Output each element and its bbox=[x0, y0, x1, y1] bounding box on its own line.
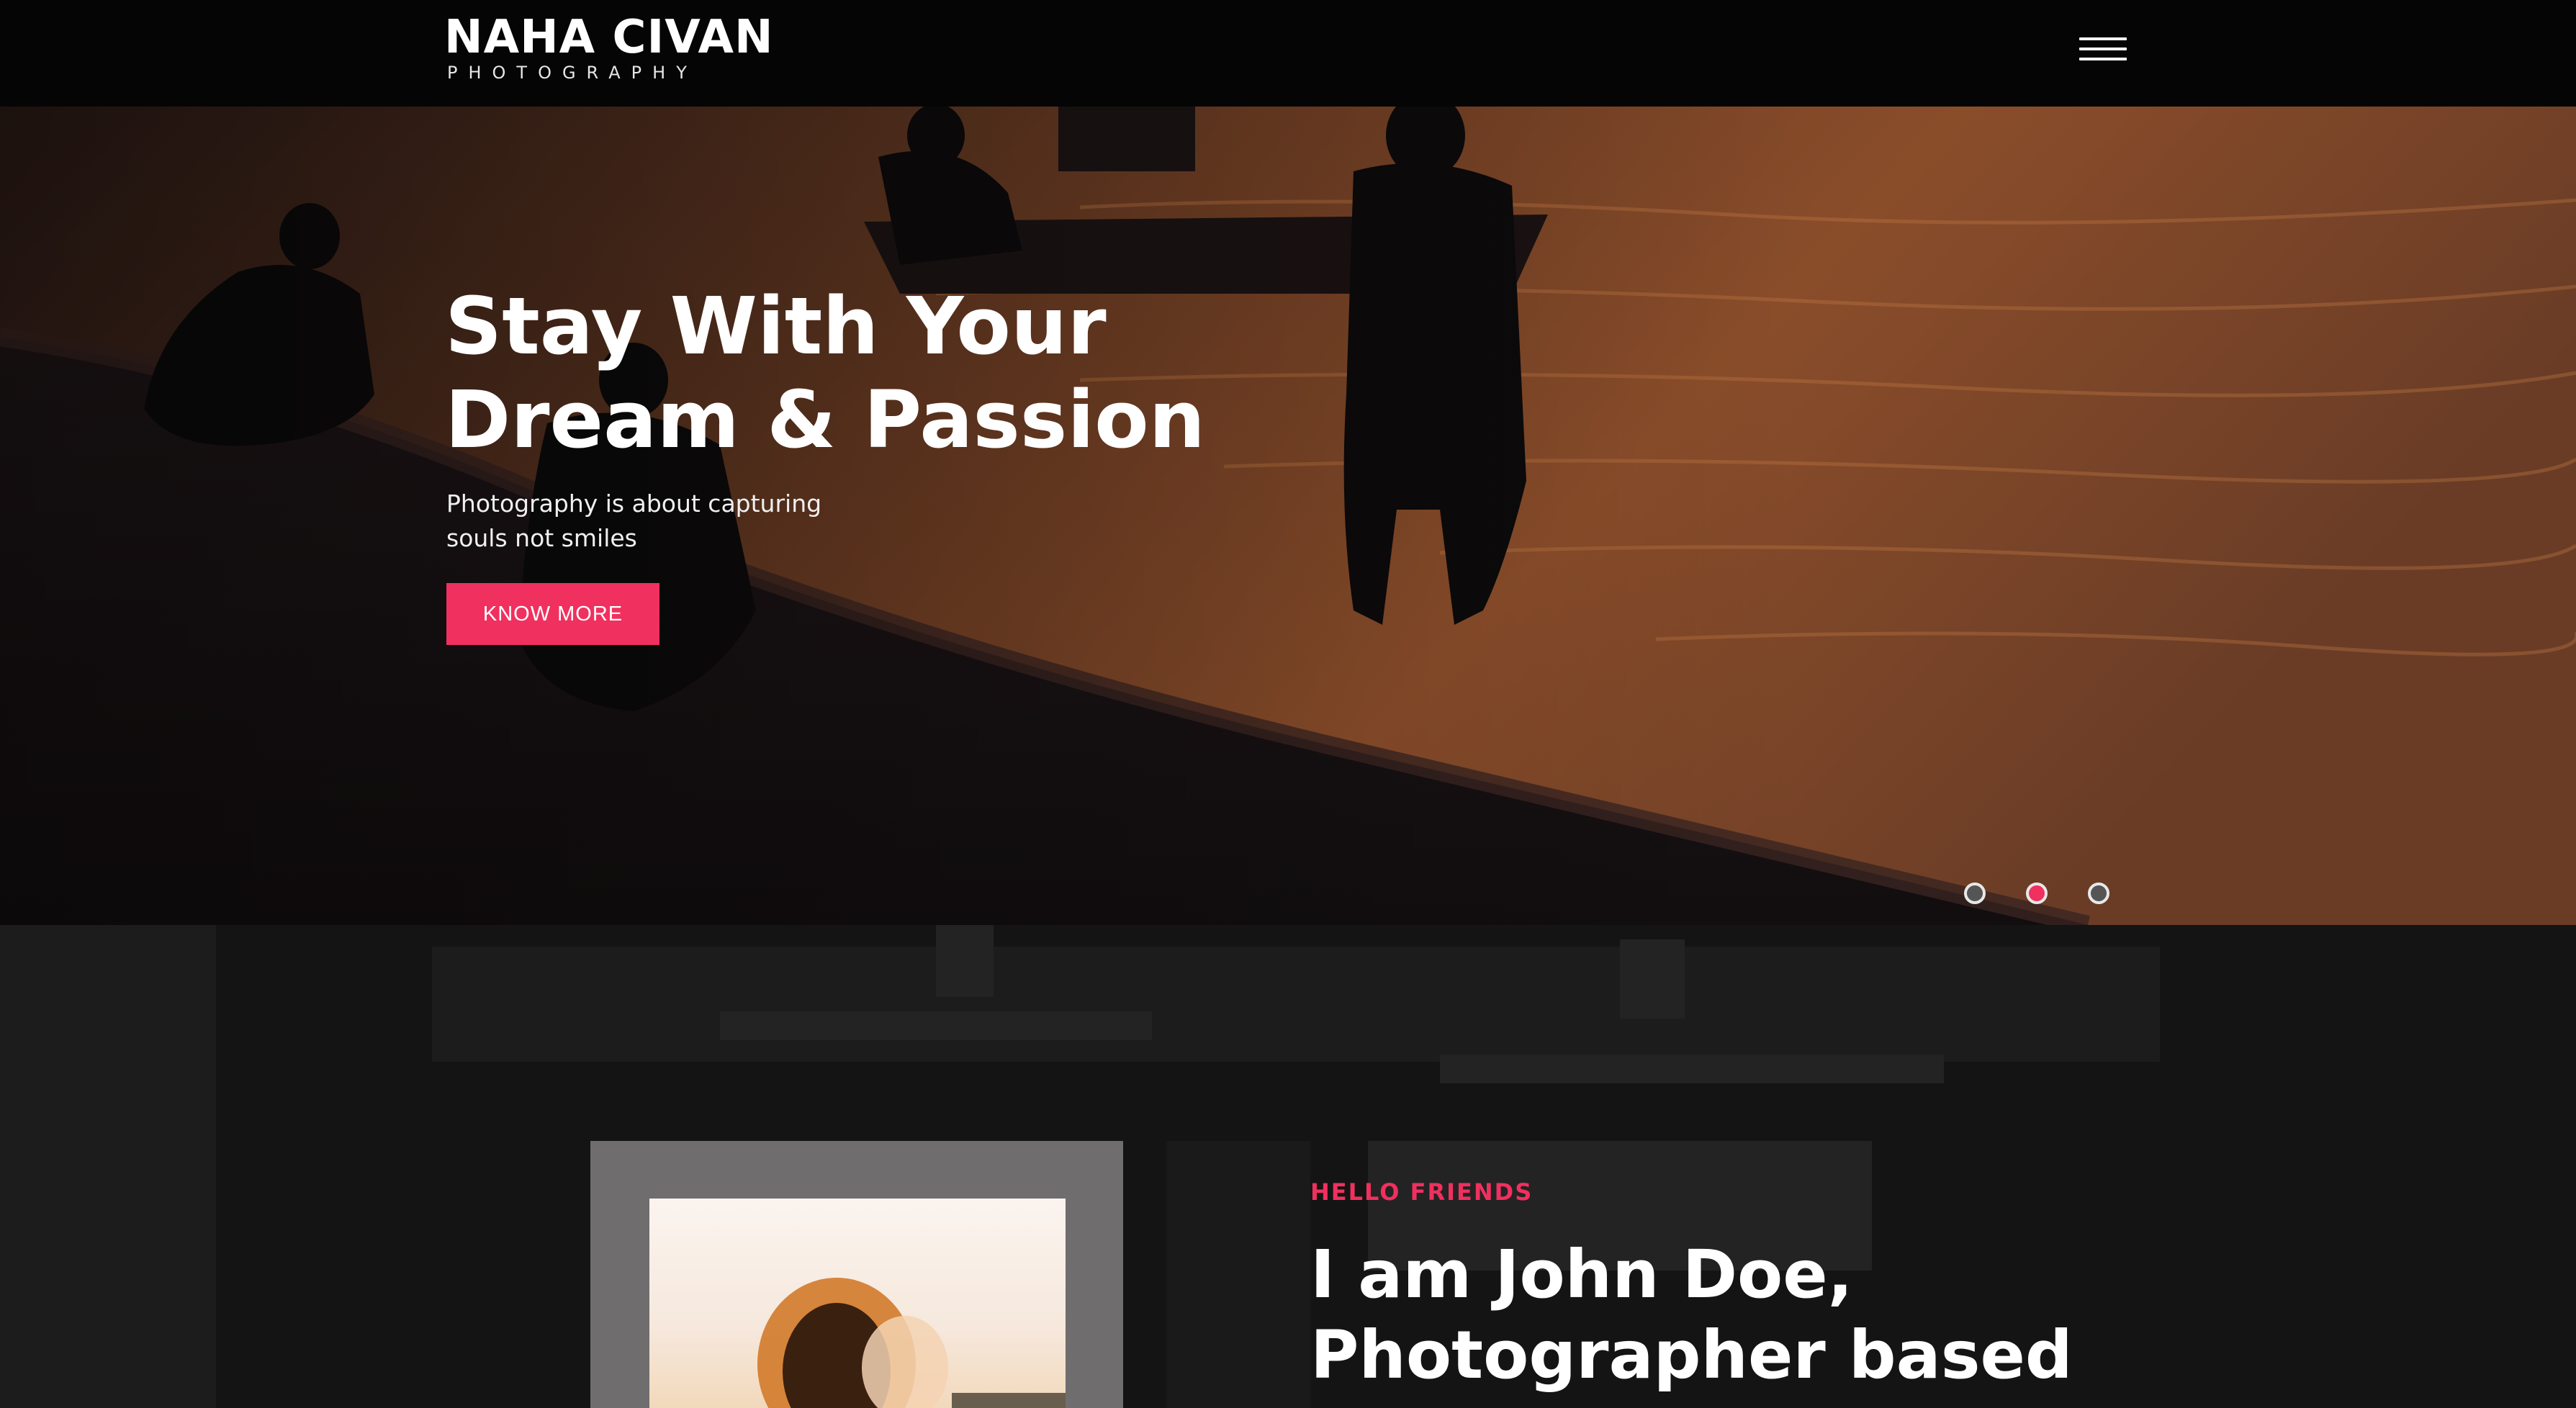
about-title-line: Photographer based bbox=[1310, 1317, 2073, 1394]
hero-title-line: Stay With Your bbox=[445, 280, 1107, 372]
hero-subtitle-line: souls not smiles bbox=[446, 524, 637, 552]
hero-subtitle-line: Photography is about capturing bbox=[446, 489, 822, 518]
hamburger-menu-icon[interactable] bbox=[2079, 35, 2130, 66]
about-title-line: I am John Doe, bbox=[1310, 1236, 1853, 1313]
slider-dot-2[interactable] bbox=[2026, 883, 2048, 904]
about-section: HELLO FRIENDS I am John Doe, Photographe… bbox=[0, 925, 2576, 1408]
hero-title-line: Dream & Passion bbox=[445, 374, 1205, 466]
menu-line bbox=[2079, 58, 2127, 60]
hero-title: Stay With Your Dream & Passion bbox=[445, 279, 1453, 466]
logo-name: NAHA CIVAN bbox=[444, 11, 774, 64]
logo[interactable]: NAHA CIVAN PHOTOGRAPHY bbox=[444, 13, 774, 84]
portrait-illustration bbox=[757, 1278, 1066, 1408]
menu-line bbox=[2079, 37, 2127, 40]
hero-overlay bbox=[0, 107, 2576, 925]
menu-line bbox=[2079, 48, 2127, 50]
hero-slider: Stay With Your Dream & Passion Photograp… bbox=[0, 107, 2576, 925]
about-title: I am John Doe, Photographer based bbox=[1310, 1235, 2534, 1396]
site-header: NAHA CIVAN PHOTOGRAPHY bbox=[0, 0, 2576, 107]
slider-dot-3[interactable] bbox=[2088, 883, 2109, 904]
about-kicker: HELLO FRIENDS bbox=[1310, 1178, 1534, 1206]
slider-dot-1[interactable] bbox=[1964, 883, 1986, 904]
know-more-button[interactable]: KNOW MORE bbox=[446, 583, 659, 645]
profile-photo bbox=[649, 1199, 1066, 1408]
profile-photo-frame bbox=[590, 1141, 1123, 1408]
logo-tagline: PHOTOGRAPHY bbox=[447, 63, 698, 83]
hero-subtitle: Photography is about capturing souls not… bbox=[446, 487, 950, 556]
